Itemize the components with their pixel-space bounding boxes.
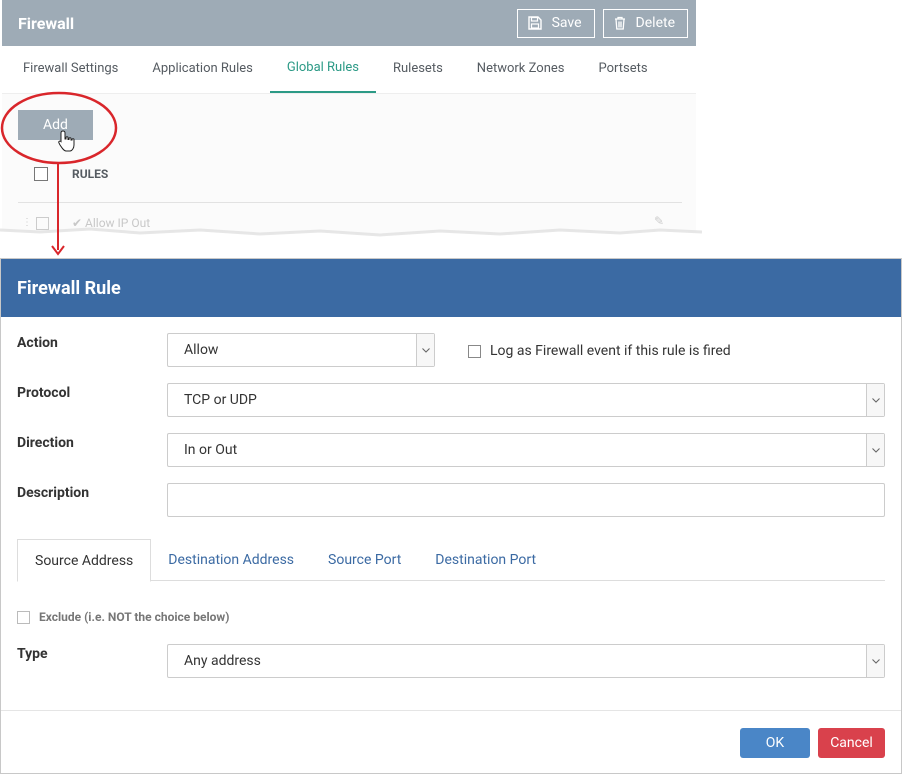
chevron-down-icon[interactable] [866, 434, 884, 466]
action-value: Allow [184, 342, 219, 358]
tab-destination-port[interactable]: Destination Port [418, 539, 553, 580]
firewall-window: Firewall Save Delete Firewall Settings A… [2, 0, 696, 240]
type-label: Type [17, 646, 48, 662]
save-label: Save [551, 15, 582, 31]
select-all-checkbox[interactable] [34, 167, 48, 181]
tab-source-address[interactable]: Source Address [17, 539, 152, 582]
log-event-checkbox[interactable] [468, 344, 481, 358]
type-value: Any address [184, 653, 261, 669]
torn-edge [0, 227, 702, 262]
tab-firewall-settings[interactable]: Firewall Settings [6, 44, 135, 93]
delete-button[interactable]: Delete [602, 8, 688, 38]
action-select[interactable]: Allow [167, 333, 435, 367]
rules-column-header: RULES [72, 167, 109, 181]
direction-select[interactable]: In or Out [167, 433, 885, 467]
exclude-checkbox[interactable] [17, 610, 30, 624]
tab-source-port[interactable]: Source Port [311, 539, 418, 580]
protocol-label: Protocol [17, 385, 71, 401]
address-tabs: Source Address Destination Address Sourc… [17, 539, 885, 582]
global-rules-panel: Add RULES ⋮ ✔ Allow IP Out ✎ [2, 94, 696, 240]
tab-rulesets[interactable]: Rulesets [376, 44, 460, 93]
tab-network-zones[interactable]: Network Zones [460, 44, 582, 93]
ok-button[interactable]: OK [740, 728, 810, 758]
log-event-option[interactable]: Log as Firewall event if this rule is fi… [468, 343, 731, 359]
chevron-down-icon[interactable] [416, 334, 434, 366]
firewall-header: Firewall Save Delete [2, 0, 696, 46]
log-event-label: Log as Firewall event if this rule is fi… [490, 343, 731, 359]
cancel-button[interactable]: Cancel [818, 728, 885, 758]
dialog-title: Firewall Rule [17, 277, 121, 299]
exclude-label: Exclude (i.e. NOT the choice below) [39, 610, 230, 624]
protocol-value: TCP or UDP [184, 392, 257, 408]
direction-label: Direction [17, 435, 74, 451]
action-label: Action [17, 335, 58, 351]
trash-icon [614, 16, 625, 30]
tab-destination-address[interactable]: Destination Address [151, 539, 311, 580]
tab-global-rules[interactable]: Global Rules [269, 44, 376, 93]
firewall-rule-dialog: Firewall Rule Action Allow Log as Firewa… [0, 258, 902, 774]
direction-value: In or Out [184, 442, 238, 458]
add-button[interactable]: Add [18, 110, 93, 140]
firewall-tabs: Firewall Settings Application Rules Glob… [2, 46, 696, 94]
save-icon [527, 16, 542, 30]
description-label: Description [17, 485, 90, 501]
description-input[interactable] [167, 483, 885, 517]
chevron-down-icon[interactable] [866, 645, 884, 677]
firewall-title: Firewall [18, 13, 75, 33]
dialog-header: Firewall Rule [1, 259, 901, 317]
chevron-down-icon[interactable] [866, 384, 884, 416]
save-button[interactable]: Save [516, 8, 595, 38]
dialog-footer: OK Cancel [1, 710, 901, 774]
tab-application-rules[interactable]: Application Rules [135, 44, 269, 93]
tab-portsets[interactable]: Portsets [581, 44, 664, 93]
protocol-select[interactable]: TCP or UDP [167, 383, 885, 417]
exclude-option[interactable]: Exclude (i.e. NOT the choice below) [17, 610, 229, 624]
delete-label: Delete [635, 15, 675, 31]
type-select[interactable]: Any address [167, 644, 885, 678]
